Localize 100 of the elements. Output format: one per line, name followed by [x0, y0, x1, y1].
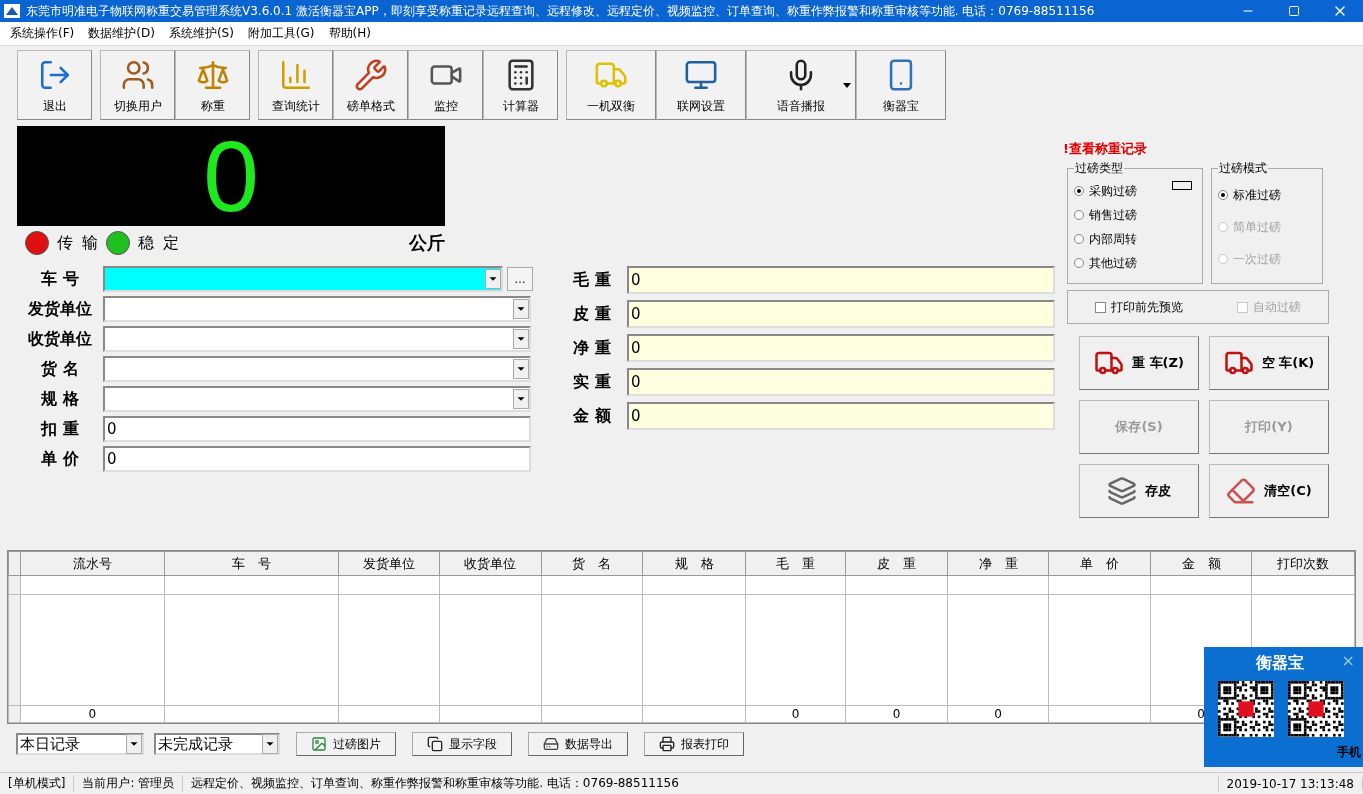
field-label: 规 格 [40, 388, 80, 410]
field-label: 扣 重 [39, 418, 80, 440]
caret-icon[interactable] [843, 83, 851, 88]
toolbar-button[interactable]: 显示字段 [412, 732, 512, 756]
column-header[interactable]: 收货单位 [439, 551, 542, 576]
toolbar-button[interactable]: 衡器宝 [856, 50, 946, 120]
status-text: 当前用户: 管理员 [74, 775, 184, 792]
indicator-label: 传 输 [57, 232, 101, 254]
toolbar-button[interactable]: 报表打印 [644, 732, 744, 756]
column-header[interactable]: 皮 重 [845, 551, 948, 576]
value-field[interactable]: 0 [627, 334, 1055, 362]
toolbar-button[interactable]: 计算器 [483, 50, 558, 120]
drive-icon [543, 736, 559, 752]
column-header[interactable]: 流水号 [20, 551, 165, 576]
column-header[interactable]: 车 号 [164, 551, 339, 576]
toolbar-button[interactable]: 磅单格式 [333, 50, 408, 120]
total-cell: 0 [947, 705, 1049, 723]
monitor-icon [684, 58, 718, 92]
input-field[interactable]: 0 [103, 446, 531, 472]
field-label: 车 号 [40, 268, 80, 290]
popup-caption: 手机 [1337, 744, 1361, 761]
radio-option[interactable]: 采购过磅 [1074, 179, 1196, 203]
field-label: 皮 重 [572, 303, 612, 325]
status-text: 远程定价、视频监控、订单查询、称重作弊报警和称重审核等功能. 电话：0769-88511156 [183, 775, 1219, 792]
toolbar-button[interactable]: 一机双衡 [566, 50, 656, 120]
image-icon [311, 736, 327, 752]
combo-field[interactable] [103, 266, 503, 292]
field-label: 毛 重 [572, 269, 612, 291]
toolbar-button[interactable]: 退出 [17, 50, 92, 120]
toolbar-button[interactable]: 过磅图片 [296, 732, 396, 756]
users-icon [120, 58, 155, 92]
column-header[interactable]: 规 格 [642, 551, 746, 576]
column-header[interactable]: 毛 重 [745, 551, 846, 576]
menu-item[interactable]: 附加工具(G) [247, 25, 315, 42]
maximize-icon[interactable] [1288, 5, 1300, 17]
action-button[interactable]: 重 车(Z) [1079, 336, 1199, 390]
column-header[interactable]: 打印次数 [1251, 551, 1355, 576]
toolbar-button[interactable]: 语音播报 [746, 50, 856, 120]
total-cell: 0 [20, 705, 165, 723]
radio-option[interactable]: 内部周转 [1074, 227, 1196, 251]
combo-field[interactable] [103, 356, 531, 382]
scale-icon [195, 58, 230, 92]
value-field[interactable]: 0 [627, 402, 1055, 430]
menu-item[interactable]: 系统操作(F) [10, 25, 75, 42]
column-header[interactable]: 金 额 [1150, 551, 1252, 576]
status-text: [单机模式] [0, 775, 75, 792]
toolbar-button[interactable]: 监控 [408, 50, 483, 120]
combo-field[interactable] [103, 386, 531, 412]
qr-code [1218, 681, 1274, 737]
field-label: 实 重 [572, 371, 612, 393]
status-text: 2019-10-17 13:13:48 [1218, 776, 1363, 791]
column-header[interactable]: 净 重 [947, 551, 1049, 576]
combo-field[interactable] [103, 296, 531, 322]
toolbar-button[interactable]: 查询统计 [258, 50, 333, 120]
radio-option[interactable]: 其他过磅 [1074, 251, 1196, 275]
action-button[interactable]: 存皮 [1079, 464, 1199, 518]
unit-label: 公斤 [409, 231, 445, 255]
action-button[interactable]: 清空(C) [1209, 464, 1329, 518]
wrench-icon [353, 58, 388, 92]
menu-item[interactable]: 帮助(H) [328, 25, 371, 42]
toolbar-button[interactable]: 切换用户 [100, 50, 175, 120]
value-field[interactable]: 0 [627, 368, 1055, 396]
group-title: 过磅类型 [1074, 160, 1124, 177]
radio-option[interactable]: 标准过磅 [1218, 179, 1316, 211]
filter-select[interactable]: 本日记录 [16, 733, 144, 755]
field-label: 货 名 [40, 358, 80, 380]
filter-select[interactable]: 未完成记录 [154, 733, 280, 755]
total-cell: 0 [845, 705, 948, 723]
eraser-icon [1226, 476, 1257, 506]
field-label: 发货单位 [27, 298, 93, 320]
column-header[interactable]: 发货单位 [338, 551, 440, 576]
toolbar-button[interactable]: 联网设置 [656, 50, 746, 120]
app-logo-icon [4, 4, 20, 18]
field-label: 单 价 [40, 448, 80, 470]
field-label: 净 重 [572, 337, 612, 359]
group-title: 过磅模式 [1218, 160, 1268, 177]
menu-item[interactable]: 系统维护(S) [168, 25, 234, 42]
column-header[interactable]: 单 价 [1048, 551, 1151, 576]
action-button[interactable]: 空 车(K) [1209, 336, 1329, 390]
browse-button[interactable]: … [507, 267, 533, 291]
qr-code [1288, 681, 1344, 737]
value-field[interactable]: 0 [627, 266, 1055, 294]
window-title: 东莞市明准电子物联网称重交易管理系统V3.6.0.1 激活衡器宝APP，即刻享受称重记录远程查询、远程修改、远程定价、视频监控、订单查询、称重作弊报警和称重审核等功能. 电话：0769-88511156 [25, 2, 1096, 20]
toolbar-button[interactable]: 数据导出 [528, 732, 628, 756]
value-field[interactable]: 0 [627, 300, 1055, 328]
records-link[interactable]: !查看称重记录 [1063, 140, 1337, 158]
status-box-icon [1172, 181, 1192, 190]
windows-icon [427, 736, 443, 752]
weight-display: 0 [17, 126, 445, 226]
toolbar-button[interactable]: 称重 [175, 50, 250, 120]
indicator-label: 稳 定 [138, 232, 182, 254]
input-field[interactable]: 0 [103, 416, 531, 442]
checkbox[interactable]: 打印前先预览 [1095, 298, 1183, 316]
field-label: 收货单位 [27, 328, 93, 350]
field-label: 金 额 [572, 405, 612, 427]
printer-icon [659, 736, 675, 752]
combo-field[interactable] [103, 326, 531, 352]
column-header[interactable]: 货 名 [541, 551, 643, 576]
radio-option[interactable]: 销售过磅 [1074, 203, 1196, 227]
menu-item[interactable]: 数据维护(D) [88, 25, 155, 42]
